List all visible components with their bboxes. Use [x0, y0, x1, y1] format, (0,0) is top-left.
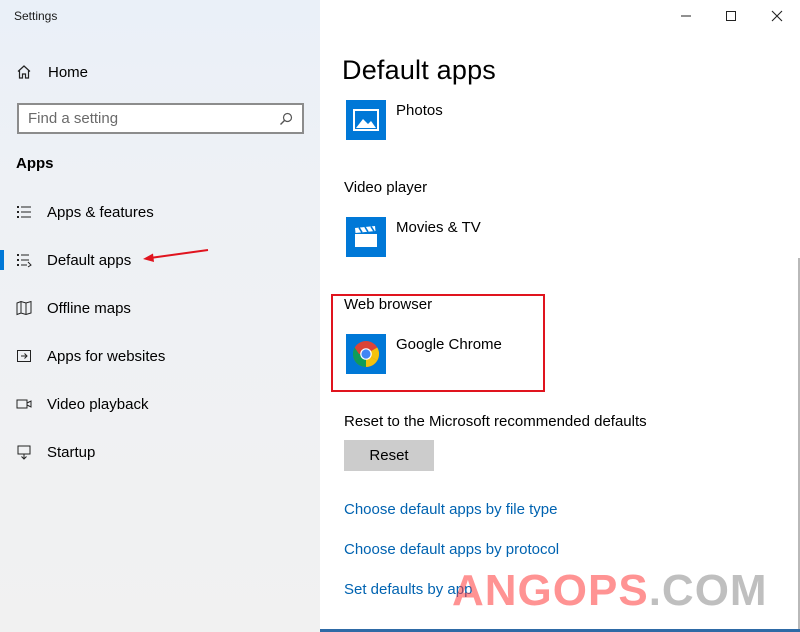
sidebar-item-startup[interactable]: Startup [0, 428, 320, 476]
maximize-icon [726, 11, 736, 21]
google-chrome-icon [346, 334, 386, 374]
sidebar-item-label: Apps for websites [47, 347, 166, 365]
photos-app-picker[interactable]: Photos [346, 100, 443, 140]
video-player-app-name: Movies & TV [396, 219, 481, 236]
window-title: Settings [14, 9, 58, 23]
web-browser-picker[interactable]: Google Chrome [346, 334, 502, 374]
section-title: Apps [16, 155, 54, 172]
sidebar-nav: Apps & features Default apps Offline map… [0, 188, 320, 476]
website-apps-icon [16, 348, 32, 364]
photos-app-name: Photos [396, 102, 443, 119]
sidebar-item-offline-maps[interactable]: Offline maps [0, 284, 320, 332]
sidebar-item-label: Default apps [47, 251, 132, 269]
sidebar-item-label: Apps & features [47, 203, 154, 221]
startup-icon [16, 444, 32, 460]
video-player-picker[interactable]: Movies & TV [346, 217, 481, 257]
search-input[interactable] [28, 110, 278, 127]
annotation-arrow-icon [143, 249, 209, 262]
sidebar-item-video-playback[interactable]: Video playback [0, 380, 320, 428]
sidebar-item-apps-features[interactable]: Apps & features [0, 188, 320, 236]
photos-icon [346, 100, 386, 140]
choose-by-protocol-link[interactable]: Choose default apps by protocol [344, 541, 559, 558]
search-icon[interactable] [278, 111, 294, 127]
sidebar-item-label: Offline maps [47, 299, 131, 317]
minimize-button[interactable] [663, 0, 709, 32]
home-icon [16, 64, 32, 80]
map-icon [16, 300, 32, 316]
reset-label: Reset to the Microsoft recommended defau… [344, 413, 647, 430]
choose-by-file-type-link[interactable]: Choose default apps by file type [344, 501, 557, 518]
close-icon [771, 10, 783, 22]
watermark: ANGOPS.COM [452, 566, 768, 616]
watermark-part2: .COM [648, 566, 768, 615]
main-pane: Default apps Photos Video player Movies … [320, 0, 800, 632]
default-apps-icon [16, 252, 32, 268]
sidebar-item-home[interactable]: Home [0, 56, 320, 88]
sidebar-item-label: Startup [47, 443, 96, 461]
maximize-button[interactable] [708, 0, 754, 32]
close-button[interactable] [754, 0, 800, 32]
minimize-icon [681, 15, 691, 17]
list-icon [16, 204, 32, 220]
reset-button[interactable]: Reset [344, 440, 434, 471]
sidebar-item-label: Video playback [47, 395, 149, 413]
web-browser-app-name: Google Chrome [396, 336, 502, 353]
video-player-label: Video player [344, 179, 428, 196]
sidebar: Settings Home Apps Apps & features Defau… [0, 0, 320, 632]
video-icon [16, 396, 32, 412]
web-browser-label: Web browser [344, 296, 433, 313]
watermark-part1: ANGOPS [452, 566, 649, 615]
search-box[interactable] [17, 103, 304, 134]
home-label: Home [48, 63, 89, 81]
movies-tv-icon [346, 217, 386, 257]
sidebar-item-apps-for-websites[interactable]: Apps for websites [0, 332, 320, 380]
page-title: Default apps [342, 55, 496, 85]
